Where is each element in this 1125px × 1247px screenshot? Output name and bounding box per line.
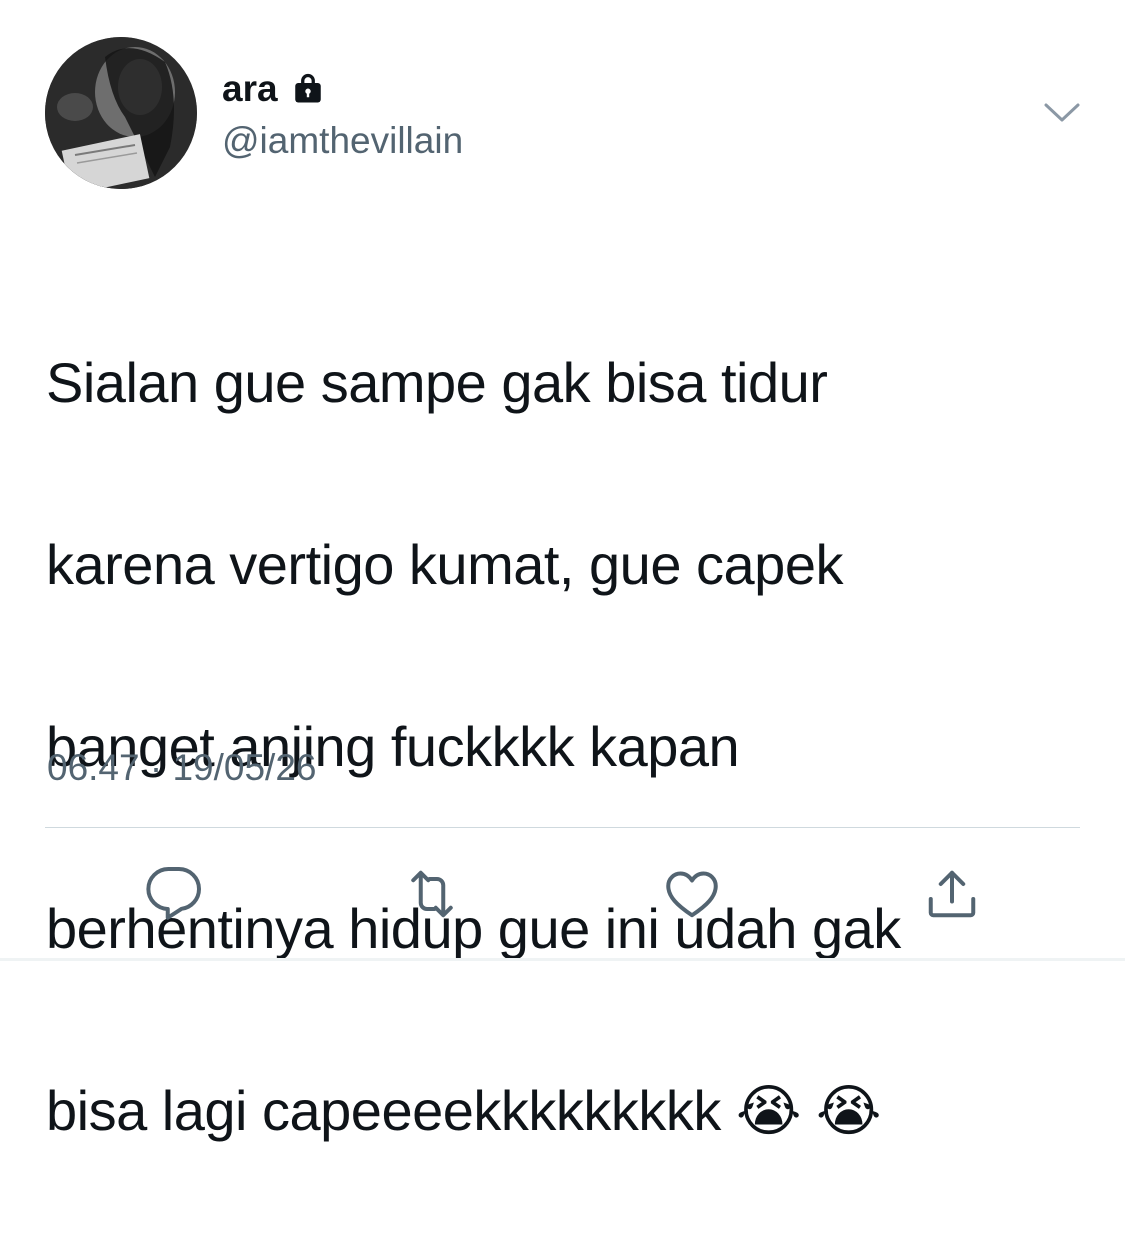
tweet-text-line: bisa lagi capeeeekkkkkkkkk 😭 😭: [46, 1079, 881, 1142]
share-icon: [928, 870, 976, 918]
tweet-text-line: karena vertigo kumat, gue capek: [46, 533, 843, 596]
tweet-text-line: Sialan gue sampe gak bisa tidur: [46, 351, 828, 414]
tweet-timestamp[interactable]: 06.47 · 19/05/26: [47, 745, 317, 791]
divider: [45, 827, 1080, 828]
chevron-down-icon[interactable]: [1040, 95, 1084, 131]
reply-icon: [146, 867, 201, 920]
heart-icon: [666, 871, 718, 918]
display-name[interactable]: ara: [222, 66, 278, 112]
share-button[interactable]: [920, 862, 984, 926]
user-handle[interactable]: @iamthevillain: [222, 118, 463, 164]
lock-icon: [288, 69, 328, 109]
retweet-button[interactable]: [400, 862, 464, 926]
retweet-icon: [411, 870, 453, 918]
avatar-image: [45, 37, 197, 189]
reply-button[interactable]: [142, 862, 206, 926]
avatar[interactable]: [45, 37, 197, 189]
display-name-row: ara: [222, 66, 328, 112]
like-button[interactable]: [660, 862, 724, 926]
